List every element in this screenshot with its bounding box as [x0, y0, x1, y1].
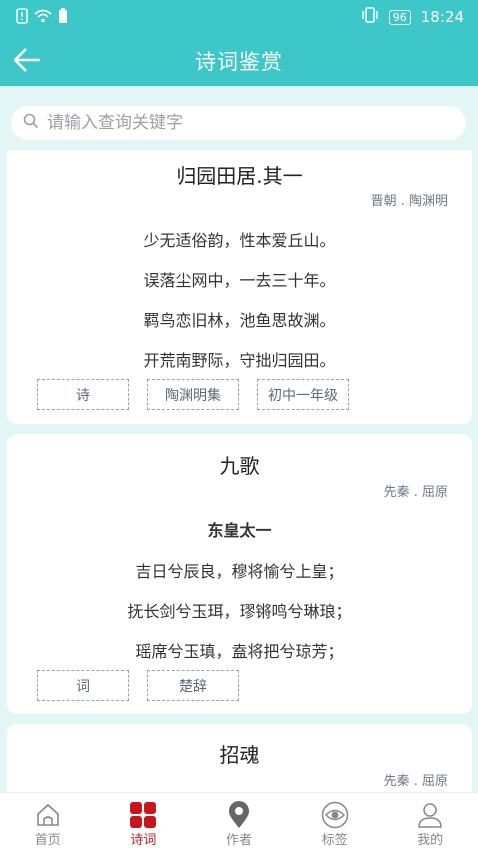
tab-authors[interactable]: 作者 — [191, 793, 287, 850]
poem-line: 抚长剑兮玉珥，璆锵鸣兮琳琅； — [127, 602, 352, 621]
poem-card[interactable]: 九歌 先秦 . 屈原 东皇太一 吉日兮辰良，穆将愉兮上皇； 抚长剑兮玉珥，璆锵鸣… — [7, 434, 472, 714]
tab-tags[interactable]: 标签 — [287, 793, 383, 850]
tag-chip[interactable]: 词 — [37, 670, 129, 701]
location-pin-icon — [228, 801, 249, 828]
poem-line: 误落尘网中，一去三十年。 — [143, 271, 336, 290]
poem-line: 瑶席兮玉瑱，盍将把兮琼芳； — [135, 642, 344, 661]
poem-title: 招魂 — [219, 743, 260, 767]
home-icon — [36, 804, 59, 826]
vibrate-icon — [361, 7, 379, 27]
search-input[interactable] — [47, 113, 447, 133]
tab-profile[interactable]: 我的 — [382, 793, 478, 850]
poem-line: 羁鸟恋旧林，池鱼思故渊。 — [143, 311, 336, 330]
poem-line: 少无适俗韵，性本爱丘山。 — [143, 231, 336, 250]
status-time: 18:24 — [420, 8, 464, 26]
tab-label: 诗词 — [130, 833, 157, 848]
battery-indicator: 96 — [388, 9, 411, 25]
poem-author[interactable]: 先秦 . 屈原 — [384, 770, 448, 789]
status-right: 96 18:24 — [361, 7, 464, 27]
person-icon — [418, 803, 442, 828]
poem-line: 吉日兮辰良，穆将愉兮上皇； — [135, 562, 344, 581]
app-bar: 诗词鉴赏 — [0, 34, 478, 86]
tab-label: 我的 — [417, 833, 444, 848]
poem-line: 开荒南野际，守拙归园田。 — [143, 351, 336, 370]
poem-subtitle: 东皇太一 — [207, 521, 272, 540]
grid-icon — [130, 802, 157, 828]
alert-icon — [16, 8, 28, 28]
tag-chip[interactable]: 初中一年级 — [257, 379, 349, 410]
tag-chip[interactable]: 陶渊明集 — [147, 379, 239, 410]
tab-home[interactable]: 首页 — [0, 793, 96, 850]
tag-chip[interactable]: 诗 — [37, 379, 129, 410]
page-title: 诗词鉴赏 — [195, 50, 283, 74]
search-bar[interactable] — [11, 106, 466, 140]
tab-label: 首页 — [34, 833, 61, 848]
bottom-tab-bar: 首页 诗词 作者 标签 我的 — [0, 792, 478, 850]
eye-icon — [321, 801, 348, 829]
status-left-icons — [16, 8, 68, 28]
poem-card[interactable]: 归园田居.其一 晋朝 . 陶渊明 少无适俗韵，性本爱丘山。 误落尘网中，一去三十… — [7, 150, 472, 424]
tab-label: 标签 — [321, 833, 348, 848]
poem-author[interactable]: 先秦 . 屈原 — [384, 481, 448, 500]
poem-title: 九歌 — [219, 454, 260, 478]
search-icon — [23, 113, 39, 133]
poem-author[interactable]: 晋朝 . 陶渊明 — [371, 190, 448, 209]
tab-poems[interactable]: 诗词 — [96, 793, 192, 850]
wifi-icon — [34, 9, 52, 27]
status-bar: 96 18:24 — [0, 0, 478, 34]
poem-title: 归园田居.其一 — [176, 164, 303, 188]
tag-chip[interactable]: 楚辞 — [147, 670, 239, 701]
sim-icon — [58, 8, 68, 28]
tab-label: 作者 — [225, 833, 252, 848]
